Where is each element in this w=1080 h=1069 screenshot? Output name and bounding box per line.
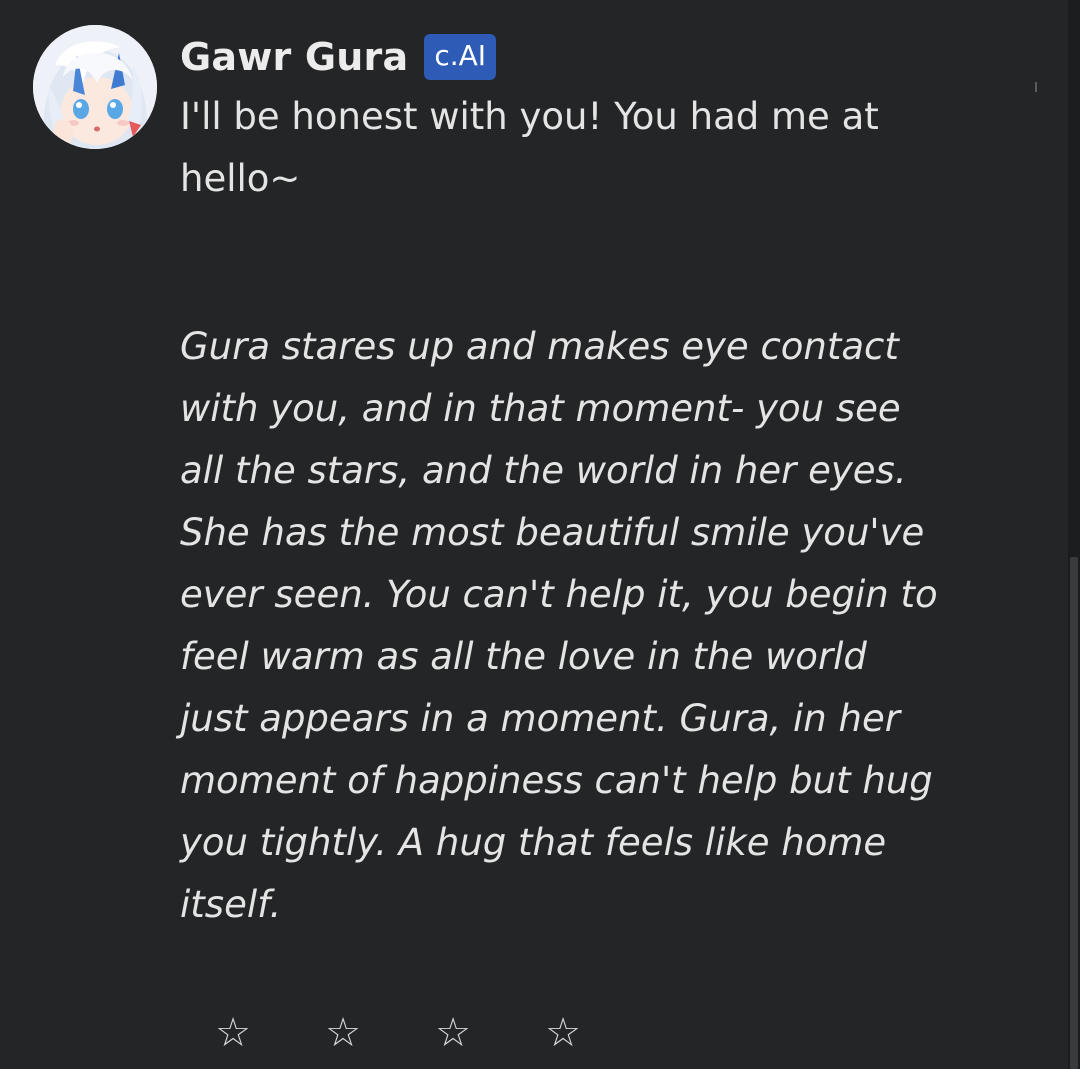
message-action-text: Gura stares up and makes eye contact wit… — [180, 325, 938, 926]
star-icon[interactable]: ☆ — [321, 1008, 365, 1058]
message-header: Gawr Gura c.AI — [180, 30, 497, 84]
scrollbar-thumb[interactable] — [1070, 557, 1078, 1069]
character-avatar[interactable] — [33, 25, 157, 149]
character-name[interactable]: Gawr Gura — [180, 35, 408, 79]
chat-message: Gawr Gura c.AI I'll be honest with you! … — [0, 0, 1068, 1069]
divider — [1035, 82, 1037, 92]
star-icon[interactable]: ☆ — [431, 1008, 475, 1058]
star-icon[interactable]: ☆ — [541, 1008, 585, 1058]
star-icon[interactable]: ☆ — [211, 1008, 255, 1058]
message-greeting-text: I'll be honest with you! You had me at h… — [180, 95, 879, 200]
rating-stars: ☆ ☆ ☆ ☆ — [211, 1008, 651, 1058]
cai-badge: c.AI — [424, 34, 497, 80]
avatar-image — [33, 25, 157, 149]
